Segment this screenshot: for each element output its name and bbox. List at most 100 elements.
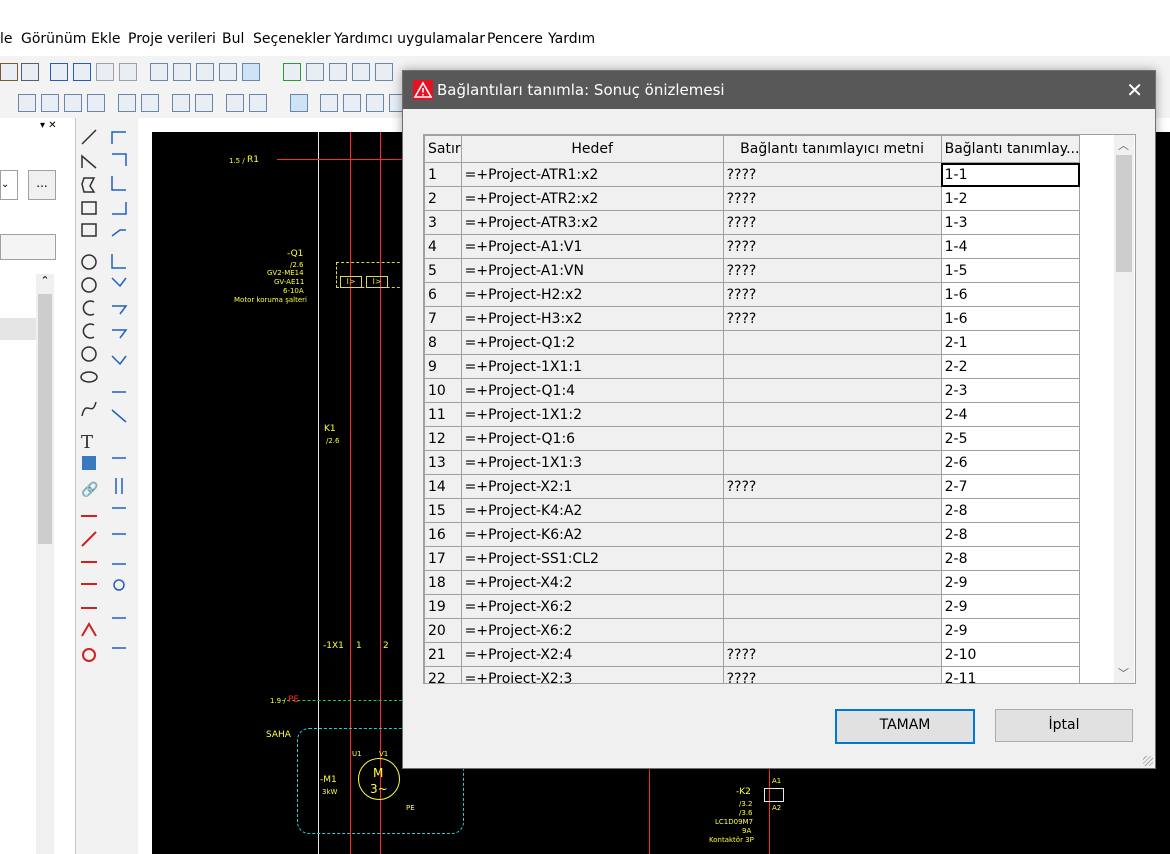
identifier-cell[interactable]: 2-2 xyxy=(940,354,1081,379)
table-icon[interactable] xyxy=(219,63,237,81)
insert-symbol-macro-icon[interactable] xyxy=(87,94,105,112)
redo-list-icon[interactable] xyxy=(119,63,137,81)
row-number-cell[interactable]: 12 xyxy=(424,426,462,451)
table-row[interactable]: 9 =+Project-1X1:1 2-2 xyxy=(424,354,1081,379)
table-row[interactable]: 22 =+Project-X2:3???? 2-11 xyxy=(424,666,1081,683)
table-row[interactable]: 4 =+Project-A1:V1???? 1-4 xyxy=(424,234,1081,259)
identifier-text-cell[interactable]: ???? xyxy=(722,186,942,211)
search-field[interactable] xyxy=(0,234,56,260)
menu-item-project-data[interactable]: Proje verileri xyxy=(128,31,216,47)
table-row[interactable]: 5 =+Project-A1:VN???? 1-5 xyxy=(424,258,1081,283)
row-number-cell[interactable]: 18 xyxy=(424,570,462,595)
identifier-text-cell[interactable] xyxy=(722,450,942,475)
row-number-cell[interactable]: 15 xyxy=(424,498,462,523)
identifier-text-cell[interactable] xyxy=(722,330,942,355)
layout-icon[interactable] xyxy=(173,63,191,81)
table-row[interactable]: 16 =+Project-K6:A2 2-8 xyxy=(424,522,1081,547)
coil-k2[interactable] xyxy=(764,788,784,802)
table-row[interactable]: 13 =+Project-1X1:3 2-6 xyxy=(424,450,1081,475)
identifier-text-cell[interactable]: ???? xyxy=(722,474,942,499)
target-cell[interactable]: =+Project-X6:2 xyxy=(460,594,724,619)
table-row[interactable]: 15 =+Project-K4:A2 2-8 xyxy=(424,498,1081,523)
format-painter-icon[interactable] xyxy=(21,63,39,81)
target-cell[interactable]: =+Project-K4:A2 xyxy=(460,498,724,523)
window-icon[interactable] xyxy=(242,63,260,81)
undo-list-icon[interactable] xyxy=(73,63,91,81)
identifier-text-cell[interactable] xyxy=(722,402,942,427)
target-cell[interactable]: =+Project-SS1:CL2 xyxy=(460,546,724,571)
table-row[interactable]: 14 =+Project-X2:1???? 2-7 xyxy=(424,474,1081,499)
grid-scroll-thumb[interactable] xyxy=(1116,155,1132,272)
scroll-up-icon[interactable]: ︿ xyxy=(1118,137,1129,153)
table-row[interactable]: 20 =+Project-X6:2 2-9 xyxy=(424,618,1081,643)
table-row[interactable]: 17 =+Project-SS1:CL2 2-8 xyxy=(424,546,1081,571)
column-header-identifier[interactable]: Bağlantı tanımlay... xyxy=(940,135,1081,163)
identifier-cell[interactable]: 2-3 xyxy=(940,378,1081,403)
menu-item-utilities[interactable]: Yardımcı uygulamalar xyxy=(334,31,485,47)
menu-item-view[interactable]: Görünüm xyxy=(21,31,86,47)
table-row[interactable]: 1 =+Project-ATR1:x2???? 1-1 xyxy=(424,162,1081,187)
target-cell[interactable]: =+Project-1X1:3 xyxy=(460,450,724,475)
column-header-target[interactable]: Hedef xyxy=(460,135,724,163)
menu-item-window[interactable]: Pencere xyxy=(487,31,543,47)
identifier-cell[interactable]: 2-6 xyxy=(940,450,1081,475)
device-list-icon[interactable] xyxy=(195,94,213,112)
brush-icon[interactable] xyxy=(0,63,18,81)
target-cell[interactable]: =+Project-H3:x2 xyxy=(460,306,724,331)
row-number-cell[interactable]: 3 xyxy=(424,210,462,235)
row-number-cell[interactable]: 5 xyxy=(424,258,462,283)
table-row[interactable]: 11 =+Project-1X1:2 2-4 xyxy=(424,402,1081,427)
row-number-cell[interactable]: 4 xyxy=(424,234,462,259)
row-number-cell[interactable]: 7 xyxy=(424,306,462,331)
scroll-up-icon[interactable]: ⌃ xyxy=(36,274,54,287)
identifier-cell[interactable]: 2-8 xyxy=(940,498,1081,523)
zoom-in-icon[interactable] xyxy=(329,63,347,81)
menu-item-find[interactable]: Bul xyxy=(222,31,244,47)
plc-icon[interactable] xyxy=(118,94,136,112)
identifier-cell[interactable]: 2-8 xyxy=(940,546,1081,571)
ok-button[interactable]: TAMAM xyxy=(835,709,975,744)
menu-item-insert[interactable]: Ekle xyxy=(91,31,120,47)
table-row[interactable]: 6 =+Project-H2:x2???? 1-6 xyxy=(424,282,1081,307)
cancel-button[interactable]: İptal xyxy=(995,709,1133,742)
identifier-text-cell[interactable]: ???? xyxy=(722,306,942,331)
table-row[interactable]: 3 =+Project-ATR3:x2???? 1-3 xyxy=(424,210,1081,235)
table-row[interactable]: 21 =+Project-X2:4???? 2-10 xyxy=(424,642,1081,667)
column-header-row[interactable]: Satır xyxy=(424,135,462,163)
row-number-cell[interactable]: 17 xyxy=(424,546,462,571)
terminal-strip-icon[interactable] xyxy=(249,94,267,112)
identifier-cell[interactable]: 1-2 xyxy=(940,186,1081,211)
identifier-text-cell[interactable]: ???? xyxy=(722,210,942,235)
row-number-cell[interactable]: 6 xyxy=(424,282,462,307)
identifier-cell[interactable]: 1-1 xyxy=(940,162,1081,187)
menu-item-help[interactable]: Yardım xyxy=(548,31,595,47)
undo-icon[interactable] xyxy=(50,63,68,81)
scroll-thumb[interactable] xyxy=(38,294,52,544)
identifier-cell[interactable]: 1-3 xyxy=(940,210,1081,235)
row-number-cell[interactable]: 20 xyxy=(424,618,462,643)
identifier-text-cell[interactable]: ???? xyxy=(722,282,942,307)
identifier-text-cell[interactable] xyxy=(722,522,942,547)
check-icon[interactable] xyxy=(196,63,214,81)
row-number-cell[interactable]: 22 xyxy=(424,666,462,683)
zoom-window-icon[interactable] xyxy=(306,63,324,81)
column-header-identifier-text[interactable]: Bağlantı tanımlayıcı metni xyxy=(722,135,942,163)
identifier-cell[interactable]: 2-9 xyxy=(940,594,1081,619)
row-number-cell[interactable]: 21 xyxy=(424,642,462,667)
close-icon[interactable]: ✕ xyxy=(1126,78,1143,102)
menu-item-options[interactable]: Seçenekler xyxy=(253,31,331,47)
target-cell[interactable]: =+Project-Q1:6 xyxy=(460,426,724,451)
identifier-cell[interactable]: 2-10 xyxy=(940,642,1081,667)
results-grid[interactable]: Satır Hedef Bağlantı tanımlayıcı metni B… xyxy=(423,134,1136,684)
target-cell[interactable]: =+Project-X6:2 xyxy=(460,618,724,643)
table-row[interactable]: 8 =+Project-Q1:2 2-1 xyxy=(424,330,1081,355)
target-cell[interactable]: =+Project-K6:A2 xyxy=(460,522,724,547)
target-cell[interactable]: =+Project-1X1:2 xyxy=(460,402,724,427)
zoom-out-icon[interactable] xyxy=(352,63,370,81)
text-icon[interactable] xyxy=(320,94,338,112)
row-number-cell[interactable]: 19 xyxy=(424,594,462,619)
row-number-cell[interactable]: 13 xyxy=(424,450,462,475)
plc-card-icon[interactable] xyxy=(141,94,159,112)
identifier-text-cell[interactable] xyxy=(722,570,942,595)
identifier-text-cell[interactable] xyxy=(722,354,942,379)
